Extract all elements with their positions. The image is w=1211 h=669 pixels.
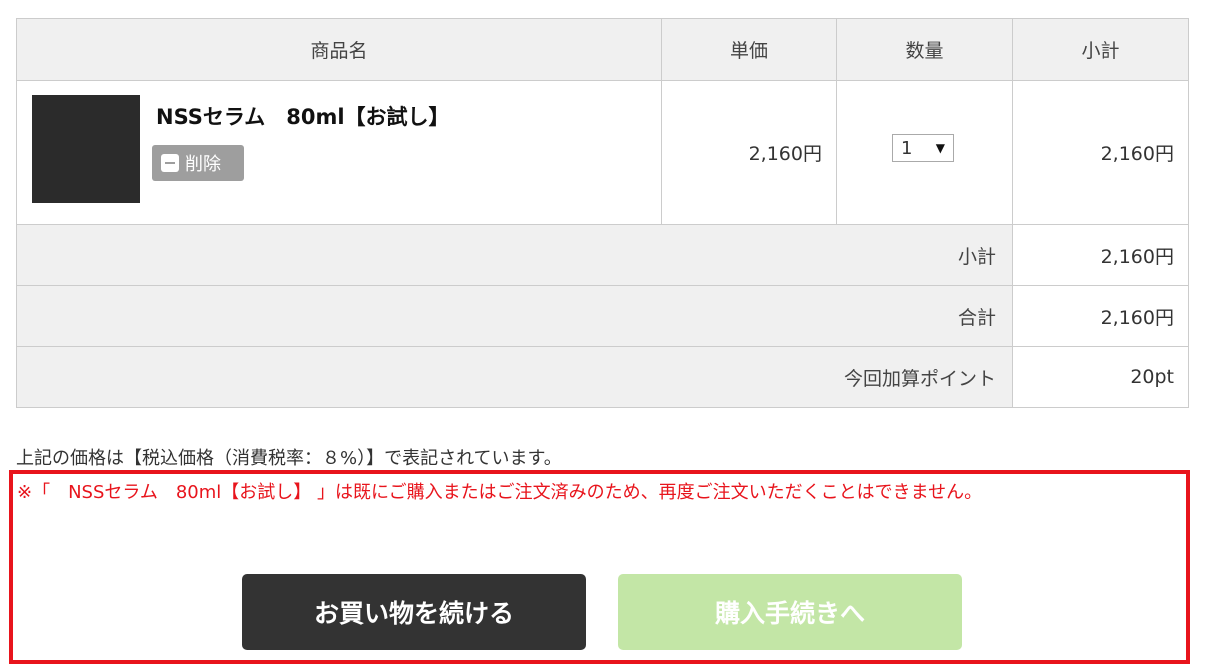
summary-value: 2,160円 [1012, 285, 1189, 347]
product-name[interactable]: NSSセラム 80ml【お試し】 [156, 101, 450, 131]
header-quantity: 数量 [836, 18, 1013, 81]
header-subtotal: 小計 [1012, 18, 1189, 81]
summary-row-subtotal: 小計 2,160円 [16, 224, 1189, 286]
continue-shopping-button[interactable]: お買い物を続ける [242, 574, 586, 650]
summary-value: 20pt [1012, 346, 1189, 408]
unit-price-cell: 2,160円 [661, 80, 837, 225]
tax-note: 上記の価格は【税込価格（消費税率：８%）】で表記されています。 [16, 448, 562, 469]
summary-row-total: 合計 2,160円 [16, 285, 1189, 347]
delete-button[interactable]: 削除 [152, 145, 244, 181]
table-row: NSSセラム 80ml【お試し】 削除 2,160円 1 ▼ 2,160円 [16, 80, 1189, 225]
checkout-button[interactable]: 購入手続きへ [618, 574, 962, 650]
caret-down-icon: ▼ [935, 141, 945, 155]
product-cell: NSSセラム 80ml【お試し】 削除 [16, 80, 662, 225]
quantity-cell: 1 ▼ [836, 80, 1013, 225]
quantity-select[interactable]: 1 ▼ [892, 134, 954, 162]
summary-row-points: 今回加算ポイント 20pt [16, 346, 1189, 408]
item-subtotal-cell: 2,160円 [1012, 80, 1189, 225]
summary-label: 今回加算ポイント [16, 346, 1013, 408]
header-unit-price: 単価 [661, 18, 837, 81]
summary-label: 小計 [16, 224, 1013, 286]
header-product-name: 商品名 [16, 18, 662, 81]
summary-value: 2,160円 [1012, 224, 1189, 286]
table-header-row: 商品名 単価 数量 小計 [16, 18, 1189, 81]
summary-label: 合計 [16, 285, 1013, 347]
cart-table: 商品名 単価 数量 小計 NSSセラム 80ml【お試し】 削除 2,160円 … [16, 18, 1189, 408]
delete-label: 削除 [185, 154, 221, 175]
minus-icon [161, 154, 179, 172]
quantity-value: 1 [901, 137, 913, 159]
warning-box: ※「 NSSセラム 80ml【お試し】 」は既にご購入またはご注文済みのため、再… [9, 470, 1190, 664]
product-thumbnail[interactable] [32, 95, 140, 203]
warning-message: ※「 NSSセラム 80ml【お試し】 」は既にご購入またはご注文済みのため、再… [17, 482, 983, 503]
